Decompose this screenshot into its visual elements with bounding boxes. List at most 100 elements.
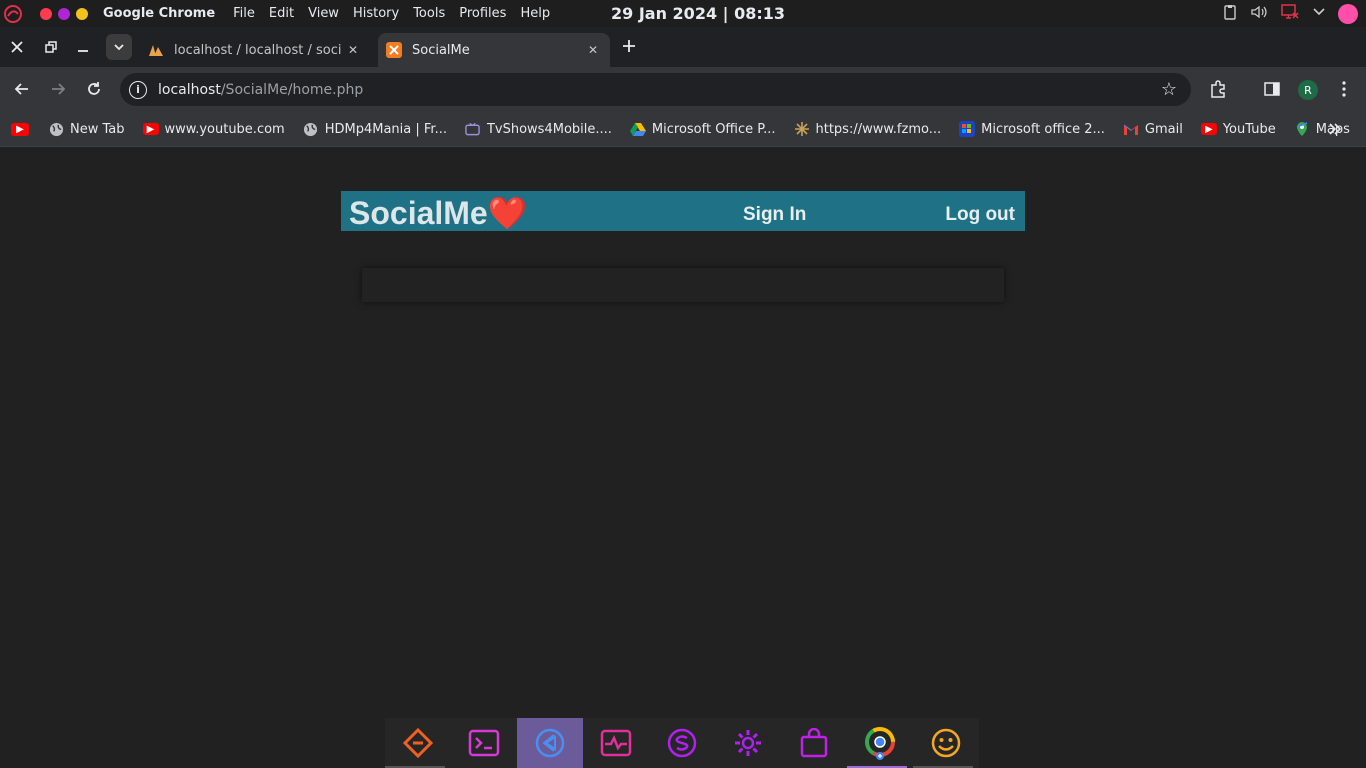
- window-traffic-lights: [40, 7, 88, 20]
- sign-in-link[interactable]: Sign In: [743, 204, 806, 226]
- menu-profiles[interactable]: Profiles: [452, 6, 513, 21]
- globe-icon: [303, 121, 319, 137]
- minimize-dot-icon[interactable]: [58, 7, 70, 20]
- bookmark-gmail[interactable]: Gmail: [1123, 121, 1183, 137]
- site-info-icon[interactable]: i: [129, 80, 147, 99]
- system-clock[interactable]: 29 Jan 2024 | 08:13: [611, 4, 785, 23]
- tab-socialme[interactable]: SocialMe ✕: [378, 33, 610, 67]
- gmail-icon: [1123, 121, 1139, 137]
- bookmark-microsoft-office-2[interactable]: Microsoft office 2...: [959, 121, 1105, 137]
- bookmark-youtube-icon-only[interactable]: ▶: [11, 122, 35, 136]
- extensions-puzzle-icon[interactable]: [1206, 77, 1230, 101]
- heart-icon: ❤️: [487, 195, 528, 231]
- bookmark-new-tab[interactable]: New Tab: [48, 121, 125, 137]
- restore-window-icon[interactable]: [34, 27, 68, 67]
- kebab-menu-icon[interactable]: [1332, 77, 1356, 101]
- tab-phpmyadmin[interactable]: localhost / localhost / socia ✕: [138, 33, 370, 67]
- system-top-bar: Google Chrome File Edit View History Too…: [0, 0, 1366, 27]
- app-menu: File Edit View History Tools Profiles He…: [226, 6, 557, 21]
- minimize-window-icon[interactable]: [66, 27, 100, 67]
- menu-edit[interactable]: Edit: [262, 6, 301, 21]
- bookmark-microsoft-office-p[interactable]: Microsoft Office P...: [629, 121, 776, 137]
- tab-strip: localhost / localhost / socia ✕ SocialMe…: [0, 27, 1366, 67]
- url-path: /SocialMe/home.php: [220, 81, 364, 98]
- back-button[interactable]: [10, 77, 34, 101]
- chrome-icon[interactable]: [847, 718, 913, 768]
- chevron-down-icon: [114, 44, 124, 51]
- close-window-icon[interactable]: [0, 27, 34, 67]
- youtube-icon: ▶: [1200, 123, 1217, 135]
- maximize-dot-icon[interactable]: [76, 7, 88, 20]
- office-icon: [959, 121, 976, 137]
- browser-toolbar: i localhost/SocialMe/home.php ☆ R: [0, 67, 1366, 112]
- site-logo[interactable]: SocialMe❤️: [349, 194, 528, 232]
- menu-file[interactable]: File: [226, 6, 262, 21]
- star-burst-icon: [794, 121, 810, 137]
- terminal-icon[interactable]: [451, 718, 517, 768]
- system-tray: [1222, 3, 1358, 25]
- bookmark-label: Gmail: [1144, 121, 1183, 137]
- bookmark-star-icon[interactable]: ☆: [1161, 79, 1177, 100]
- globe-icon: [48, 121, 64, 137]
- clipboard-icon[interactable]: [1222, 4, 1238, 24]
- tab-title: localhost / localhost / socia: [174, 42, 342, 58]
- bookmark-label: Microsoft office 2...: [981, 121, 1105, 137]
- arrow-right-icon: [52, 83, 66, 95]
- git-app-icon[interactable]: [385, 718, 451, 768]
- bookmarks-bar: ▶ New Tab ▶ www.youtube.com HDMp4Mania |…: [0, 112, 1366, 147]
- sublime-icon[interactable]: [649, 718, 715, 768]
- content-card: [362, 268, 1004, 302]
- volume-icon[interactable]: [1250, 4, 1268, 24]
- site-logo-text: SocialMe: [349, 195, 488, 231]
- plus-icon: [623, 40, 635, 52]
- smiley-icon[interactable]: [913, 718, 979, 768]
- youtube-icon: ▶: [11, 122, 29, 136]
- forward-button[interactable]: [46, 77, 70, 101]
- drive-icon: [629, 121, 646, 137]
- log-out-link[interactable]: Log out: [945, 204, 1015, 226]
- web-page-viewport: SocialMe❤️ Sign In Log out: [0, 148, 1366, 718]
- dock: [385, 718, 979, 768]
- bookmark-label: HDMp4Mania | Fr...: [324, 121, 447, 137]
- chevron-down-icon[interactable]: [1312, 5, 1326, 23]
- close-tab-icon[interactable]: ✕: [348, 43, 358, 57]
- bookmark-label: Microsoft Office P...: [651, 121, 776, 137]
- reload-icon: [88, 82, 100, 95]
- bookmark-label: TvShows4Mobile....: [486, 121, 612, 137]
- maps-icon: [1294, 121, 1310, 137]
- bookmark-tvshows4mobile[interactable]: TvShows4Mobile....: [465, 121, 612, 137]
- bookmark-youtube[interactable]: ▶ YouTube: [1200, 122, 1276, 137]
- menu-tools[interactable]: Tools: [406, 6, 452, 21]
- double-chevron-right-icon[interactable]: [1328, 120, 1342, 139]
- bookmark-hdmp4mania[interactable]: HDMp4Mania | Fr...: [303, 121, 447, 137]
- active-app-name[interactable]: Google Chrome: [103, 6, 215, 21]
- side-panel-icon[interactable]: [1260, 77, 1284, 101]
- bookmark-youtube-com[interactable]: ▶ www.youtube.com: [142, 122, 285, 137]
- new-tab-button[interactable]: [618, 35, 640, 57]
- menu-help[interactable]: Help: [513, 6, 557, 21]
- vscode-icon[interactable]: [517, 718, 583, 768]
- arrow-left-icon: [14, 83, 28, 95]
- reload-button[interactable]: [82, 77, 106, 101]
- bookmark-fzmovies[interactable]: https://www.fzmo...: [794, 121, 942, 137]
- profile-avatar[interactable]: R: [1298, 80, 1318, 100]
- address-bar[interactable]: i localhost/SocialMe/home.php ☆: [120, 73, 1191, 106]
- user-avatar-icon[interactable]: [1338, 4, 1358, 24]
- close-tab-icon[interactable]: ✕: [588, 43, 598, 57]
- menu-history[interactable]: History: [346, 6, 406, 21]
- phpmyadmin-icon: [148, 42, 164, 58]
- close-dot-icon[interactable]: [40, 7, 52, 20]
- kali-dragon-icon[interactable]: [0, 0, 26, 27]
- tab-search-button[interactable]: [106, 34, 132, 60]
- store-bag-icon[interactable]: [781, 718, 847, 768]
- url-host: localhost: [158, 81, 221, 98]
- settings-gear-icon[interactable]: [715, 718, 781, 768]
- network-disconnected-icon[interactable]: [1280, 3, 1300, 25]
- youtube-icon: ▶: [142, 123, 159, 135]
- xampp-icon: [386, 42, 402, 58]
- bookmark-label: New Tab: [70, 121, 125, 137]
- menu-view[interactable]: View: [301, 6, 346, 21]
- bookmark-label: https://www.fzmo...: [815, 121, 942, 137]
- activity-monitor-icon[interactable]: [583, 718, 649, 768]
- tab-title: SocialMe: [412, 42, 470, 58]
